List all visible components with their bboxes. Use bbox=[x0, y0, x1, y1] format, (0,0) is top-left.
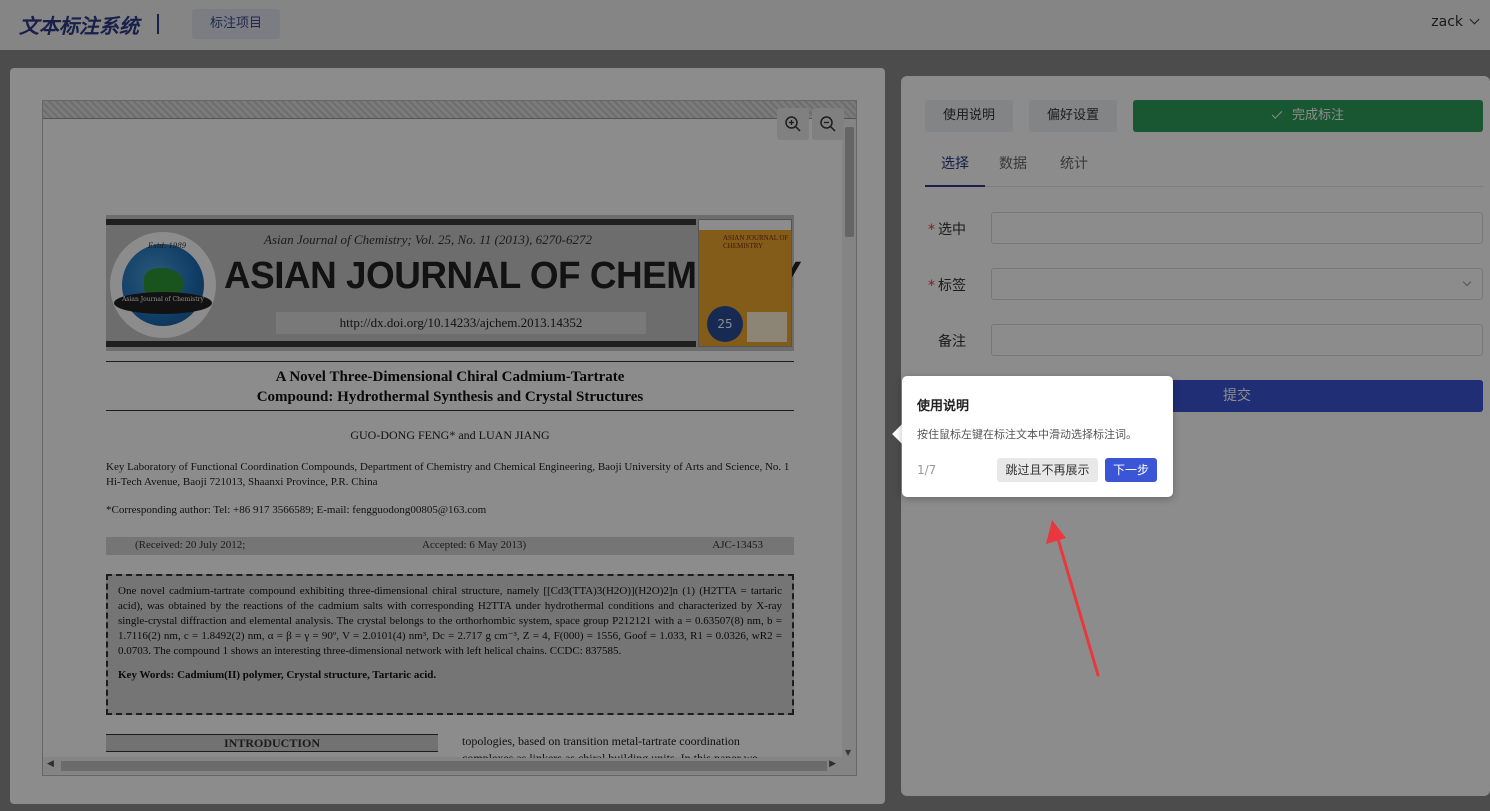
tag-label: * 标签 bbox=[928, 278, 966, 294]
preferences-button[interactable]: 偏好设置 bbox=[1029, 100, 1117, 132]
pointer-arrow-icon bbox=[1046, 520, 1100, 677]
popover-step: 1/7 bbox=[917, 463, 937, 477]
cover-seal: 25 bbox=[707, 306, 743, 342]
article-id: AJC-13453 bbox=[712, 539, 763, 551]
journal-citation: Asian Journal of Chemistry; Vol. 25, No.… bbox=[264, 232, 592, 247]
check-icon bbox=[1271, 108, 1283, 119]
nav-item-projects[interactable]: 标注项目 bbox=[192, 9, 280, 39]
next-step-button[interactable]: 下一步 bbox=[1105, 458, 1157, 482]
scroll-down-icon[interactable]: ▼ bbox=[845, 748, 851, 757]
horizontal-scrollbar[interactable]: ◀ ▶ bbox=[43, 757, 856, 775]
app-brand[interactable]: 文本标注系统 bbox=[19, 10, 139, 39]
selected-label: * 选中 bbox=[928, 222, 966, 238]
panel-tabs: 选择 数据 统计 bbox=[925, 150, 1483, 187]
complete-annotation-label: 完成标注 bbox=[1291, 108, 1344, 123]
paper-dates: (Received: 20 July 2012; Accepted: 6 May… bbox=[106, 537, 794, 555]
app-header: 文本标注系统 标注项目 zack bbox=[0, 0, 1490, 50]
received-date: (Received: 20 July 2012; bbox=[135, 539, 246, 551]
usage-button[interactable]: 使用说明 bbox=[925, 100, 1013, 132]
selected-input[interactable] bbox=[991, 212, 1483, 244]
zoom-in-button[interactable] bbox=[777, 108, 809, 140]
user-name: zack bbox=[1431, 14, 1463, 30]
popover-description: 按住鼠标左键在标注文本中滑动选择标注词。 bbox=[917, 428, 1137, 441]
viewer-top-border bbox=[43, 101, 856, 119]
paper-title: A Novel Three-Dimensional Chiral Cadmium… bbox=[106, 367, 794, 407]
intro-text: topologies, based on transition metal-ta… bbox=[462, 734, 740, 748]
popover-title: 使用说明 bbox=[917, 399, 970, 414]
doi-link: http://dx.doi.org/10.14233/ajchem.2013.1… bbox=[276, 312, 646, 334]
abstract-text: One novel cadmium-tartrate compound exhi… bbox=[118, 585, 782, 657]
tour-popover: 使用说明 按住鼠标左键在标注文本中滑动选择标注词。 1/7 跳过且不再展示 下一… bbox=[902, 376, 1173, 497]
accepted-date: Accepted: 6 May 2013) bbox=[422, 539, 527, 551]
corresponding-author: *Corresponding author: Tel: +86 917 3566… bbox=[106, 504, 487, 516]
note-label: 备注 bbox=[938, 334, 966, 350]
journal-cover: ASIAN JOURNAL OF CHEMISTRY 25 bbox=[698, 219, 792, 347]
paper-affiliation: Key Laboratory of Functional Coordinatio… bbox=[106, 461, 790, 488]
banner-rule bbox=[106, 219, 696, 225]
zoom-out-icon bbox=[820, 116, 836, 132]
paper-title-line: Compound: Hydrothermal Synthesis and Cry… bbox=[256, 389, 644, 405]
intro-text: complexes as linkers as chiral building … bbox=[462, 751, 758, 758]
zoom-out-button[interactable] bbox=[812, 108, 844, 140]
vertical-scrollbar[interactable]: ▼ bbox=[842, 119, 856, 759]
title-rule-top bbox=[106, 361, 794, 362]
title-rule-bottom bbox=[106, 410, 794, 411]
paper-authors: GUO-DONG FENG* and LUAN JIANG bbox=[350, 428, 550, 442]
scroll-right-icon[interactable]: ▶ bbox=[829, 759, 836, 769]
scroll-left-icon[interactable]: ◀ bbox=[47, 759, 54, 769]
keywords: Key Words: Cadmium(II) polymer, Crystal … bbox=[118, 669, 437, 681]
banner-rule bbox=[106, 341, 696, 347]
tab-data[interactable]: 数据 bbox=[999, 150, 1027, 187]
section-heading: INTRODUCTION bbox=[106, 734, 438, 752]
paper-title-line: A Novel Three-Dimensional Chiral Cadmium… bbox=[275, 369, 625, 385]
tag-select[interactable] bbox=[991, 268, 1483, 300]
hscroll-thumb[interactable] bbox=[61, 761, 827, 771]
paper-abstract: One novel cadmium-tartrate compound exhi… bbox=[106, 574, 794, 715]
tab-select[interactable]: 选择 bbox=[925, 150, 985, 187]
note-input[interactable] bbox=[991, 324, 1483, 356]
journal-logo: Estd. 1989 Asian Journal of Chemistry bbox=[110, 232, 216, 338]
user-menu[interactable]: zack bbox=[1431, 14, 1480, 30]
chevron-down-icon bbox=[1469, 14, 1480, 25]
logo-seal-text: Asian Journal of Chemistry bbox=[122, 296, 204, 303]
brand-divider bbox=[157, 14, 159, 34]
skip-tour-button[interactable]: 跳过且不再展示 bbox=[997, 458, 1098, 482]
scroll-thumb[interactable] bbox=[845, 127, 854, 237]
complete-annotation-button[interactable]: 完成标注 bbox=[1133, 100, 1483, 132]
tab-stats[interactable]: 统计 bbox=[1060, 150, 1088, 187]
chevron-down-icon bbox=[1462, 277, 1472, 287]
logo-estd: Estd. 1989 bbox=[148, 242, 187, 250]
journal-banner: Estd. 1989 Asian Journal of Chemistry As… bbox=[106, 215, 802, 351]
zoom-in-icon bbox=[785, 116, 801, 132]
cover-title: ASIAN JOURNAL OF CHEMISTRY bbox=[723, 234, 789, 250]
